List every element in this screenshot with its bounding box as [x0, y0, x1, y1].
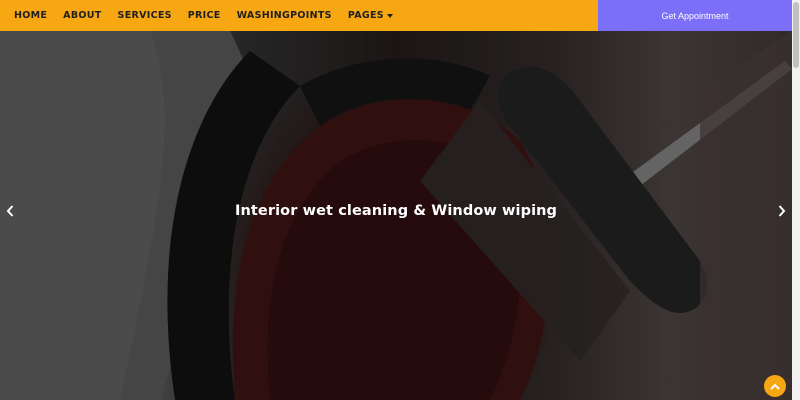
scrollbar-thumb[interactable] [793, 2, 799, 68]
nav-price[interactable]: PRICE [188, 10, 221, 21]
back-to-top-button[interactable] [764, 375, 786, 397]
nav-pages-dropdown[interactable]: PAGES [348, 10, 393, 21]
get-appointment-button[interactable]: Get Appointment [598, 0, 792, 31]
nav-services[interactable]: SERVICES [118, 10, 172, 21]
chevron-up-icon [770, 383, 780, 390]
navbar: HOME ABOUT SERVICES PRICE WASHINGPOINTS … [0, 0, 792, 31]
nav-links: HOME ABOUT SERVICES PRICE WASHINGPOINTS … [0, 0, 598, 31]
caret-down-icon [386, 13, 393, 18]
nav-washingpoints[interactable]: WASHINGPOINTS [237, 10, 332, 21]
page: HOME ABOUT SERVICES PRICE WASHINGPOINTS … [0, 0, 800, 400]
slide-caption: Interior wet cleaning & Window wiping [234, 203, 558, 219]
hero-carousel: Interior wet cleaning & Window wiping [0, 31, 792, 400]
scrollbar[interactable] [792, 0, 800, 400]
nav-about[interactable]: ABOUT [63, 10, 101, 21]
nav-pages-label: PAGES [347, 10, 384, 21]
nav-home[interactable]: HOME [14, 10, 47, 21]
